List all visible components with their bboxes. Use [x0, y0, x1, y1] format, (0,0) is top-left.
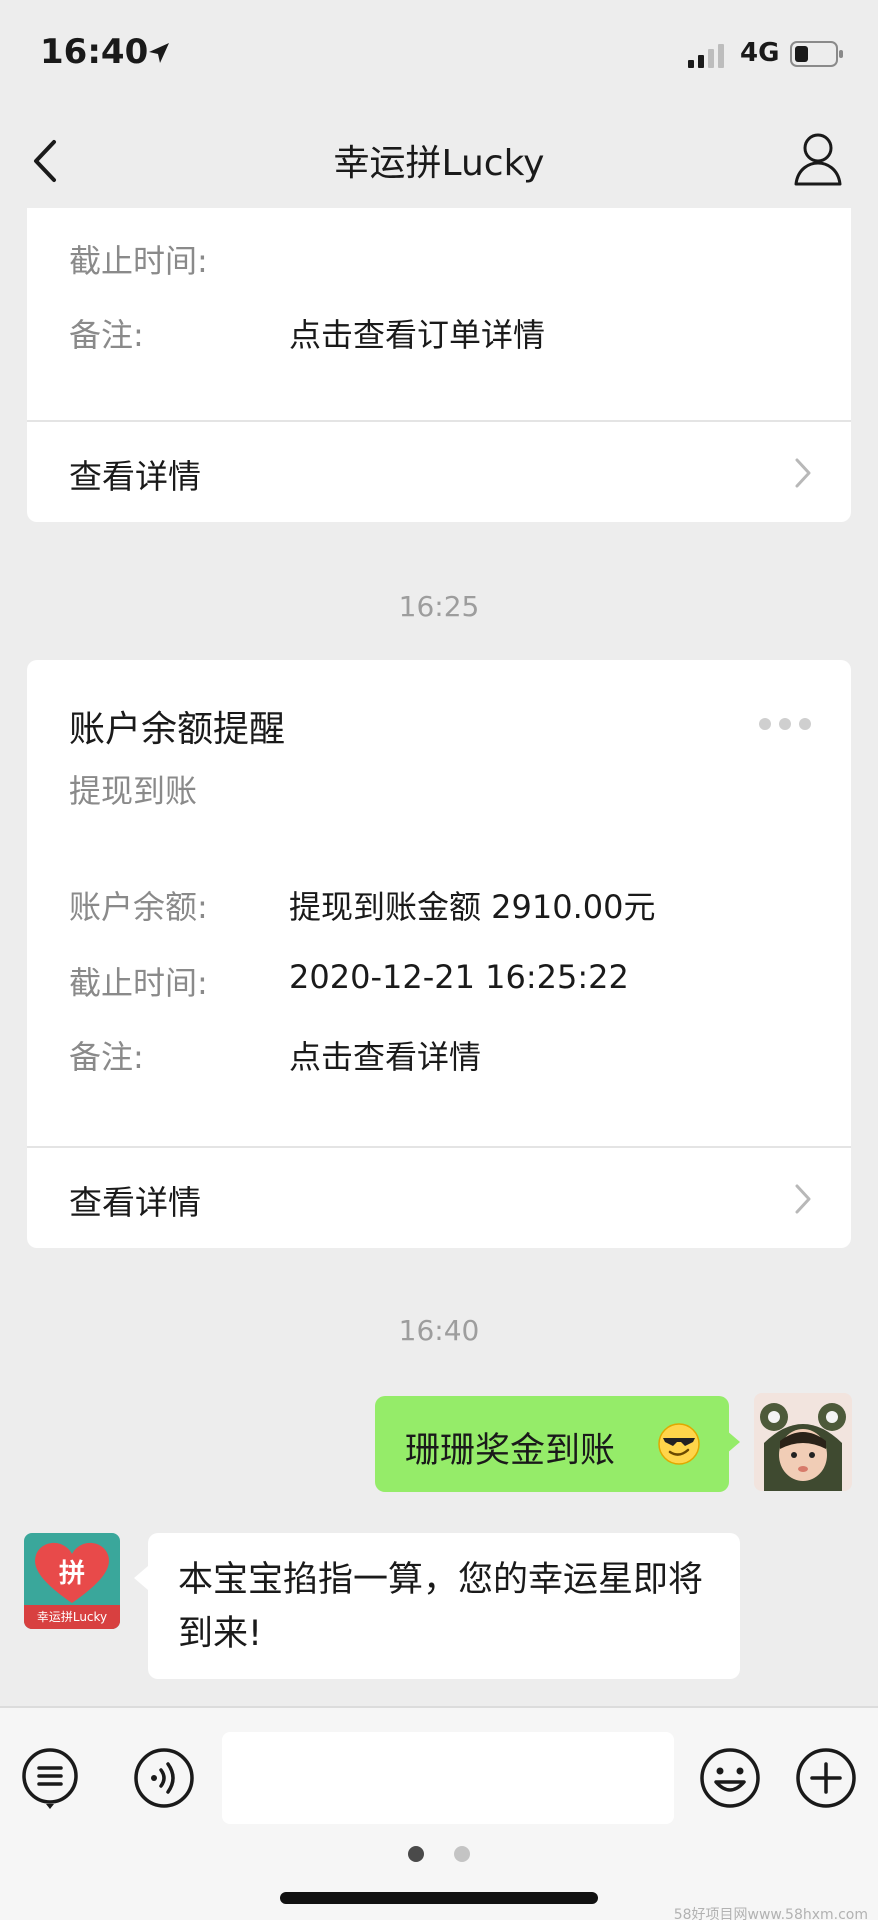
balance-value: 提现到账金额 2910.00元: [289, 888, 656, 926]
message-input[interactable]: [222, 1732, 674, 1824]
chat-input-bar: 58好项目网www.58hxm.com: [0, 1706, 878, 1920]
bot-avatar[interactable]: 拼 幸运拼Lucky: [24, 1533, 120, 1629]
remark-label: 备注:: [69, 1038, 144, 1076]
battery-icon: [790, 41, 843, 67]
card-subtitle: 提现到账: [69, 772, 198, 810]
remark-value: 点击查看订单详情: [289, 316, 546, 354]
timestamp: 16:40: [398, 1314, 480, 1347]
page-dot-active[interactable]: [408, 1846, 424, 1862]
bubble-tail: [134, 1566, 148, 1590]
nav-bar: 幸运拼Lucky: [0, 110, 878, 208]
more-dots-icon[interactable]: [757, 716, 813, 732]
deadline-label: 截止时间:: [69, 242, 208, 280]
person-icon[interactable]: [792, 130, 844, 188]
emoji-icon[interactable]: [698, 1746, 762, 1810]
outgoing-message-bubble[interactable]: 珊珊奖金到账: [375, 1396, 729, 1492]
bot-avatar-caption: 幸运拼Lucky: [24, 1605, 120, 1629]
view-details-label: 查看详情: [69, 457, 201, 496]
remark-label: 备注:: [69, 316, 144, 354]
chat-title: 幸运拼Lucky: [333, 143, 545, 184]
view-details-link[interactable]: 查看详情: [27, 422, 851, 522]
status-time: 16:40: [40, 32, 149, 72]
watermark: 58好项目网www.58hxm.com: [673, 1907, 868, 1920]
outgoing-message-text: 珊珊奖金到账: [405, 1431, 616, 1471]
page-dot[interactable]: [454, 1846, 470, 1862]
incoming-message-bubble[interactable]: 本宝宝掐指一算，您的幸运星即将到来!: [148, 1533, 740, 1679]
balance-reminder-card[interactable]: 账户余额提醒 提现到账 账户余额: 提现到账金额 2910.00元 截止时间: …: [27, 660, 851, 1248]
user-avatar[interactable]: [754, 1393, 852, 1491]
balance-label: 账户余额:: [69, 888, 208, 926]
voice-icon[interactable]: [132, 1746, 196, 1810]
user-avatar-image: [754, 1393, 852, 1491]
chevron-right-icon: [795, 458, 811, 488]
card-title: 账户余额提醒: [69, 709, 286, 750]
bubble-tail: [726, 1430, 740, 1454]
timestamp: 16:25: [398, 590, 480, 623]
deadline-value: 2020-12-21 16:25:22: [289, 958, 629, 996]
plus-icon[interactable]: [794, 1746, 858, 1810]
status-bar: 16:40 4G: [0, 0, 878, 110]
order-card: 截止时间: 备注: 点击查看订单详情 查看详情: [27, 208, 851, 522]
home-indicator[interactable]: [280, 1892, 598, 1904]
incoming-message-text: 本宝宝掐指一算，您的幸运星即将到来!: [178, 1560, 704, 1654]
chevron-right-icon: [795, 1184, 811, 1214]
sunglasses-emoji-icon: [658, 1423, 700, 1465]
signal-icon: [688, 44, 724, 68]
remark-value: 点击查看详情: [289, 1038, 482, 1076]
view-details-label: 查看详情: [69, 1183, 201, 1222]
network-type: 4G: [740, 38, 780, 68]
menu-list-icon[interactable]: [20, 1746, 84, 1810]
bot-avatar-char: 拼: [58, 1559, 85, 1589]
location-arrow-icon: [149, 43, 169, 63]
deadline-label: 截止时间:: [69, 964, 208, 1002]
view-details-link[interactable]: 查看详情: [27, 1148, 851, 1248]
